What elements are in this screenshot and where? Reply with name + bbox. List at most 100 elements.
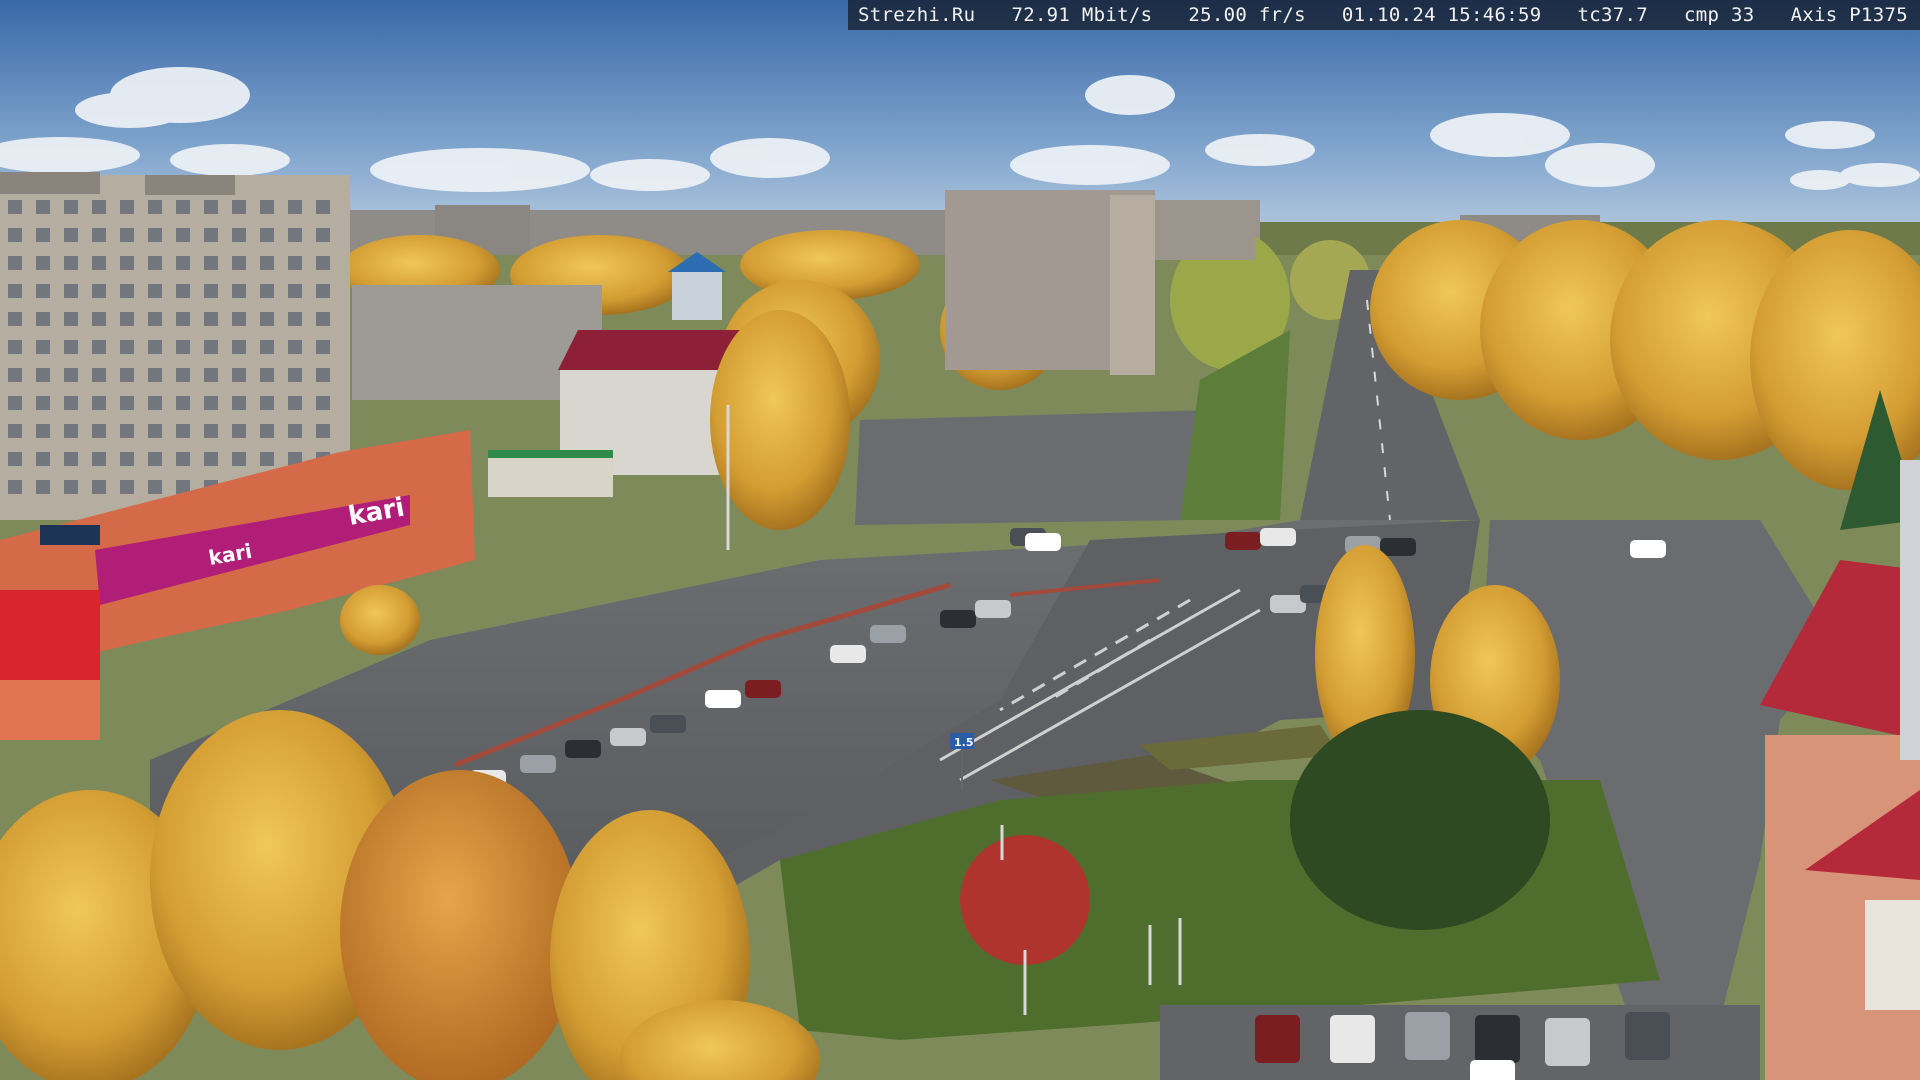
apartment-window [232, 312, 246, 326]
apartment-window [260, 424, 274, 438]
car [1255, 1015, 1300, 1063]
apartment-window [92, 256, 106, 270]
car [745, 680, 781, 698]
apartment-window [92, 480, 106, 494]
apartment-window [176, 396, 190, 410]
apartment-window [204, 396, 218, 410]
apartment-window [64, 368, 78, 382]
apartment-window [176, 368, 190, 382]
apartment-window [176, 200, 190, 214]
apartment-window [260, 200, 274, 214]
apartment-window [36, 284, 50, 298]
apartment-window [120, 340, 134, 354]
camera-info-overlay: Strezhi.Ru 72.91 Mbit/s 25.00 fr/s 01.10… [848, 0, 1920, 30]
car [975, 600, 1011, 618]
apartment-window [8, 228, 22, 242]
apartment-window [316, 368, 330, 382]
apartment-window [316, 396, 330, 410]
car [1545, 1018, 1590, 1066]
apartment-window [64, 228, 78, 242]
green-kiosk [488, 455, 613, 497]
apartment-window [92, 368, 106, 382]
apartment-window [148, 284, 162, 298]
apartment-window [204, 228, 218, 242]
apartment-window [148, 256, 162, 270]
apartment-window [120, 424, 134, 438]
apartment-window [288, 340, 302, 354]
apartment-window [8, 424, 22, 438]
apartment-window [8, 284, 22, 298]
apartment-window [148, 340, 162, 354]
street-sign-text: 1.5 [954, 736, 974, 749]
car [1470, 1060, 1515, 1080]
apartment-window [64, 424, 78, 438]
apartment-window [36, 256, 50, 270]
apartment-window [316, 284, 330, 298]
apartment-window [232, 284, 246, 298]
apartment-window [148, 228, 162, 242]
apartment-window [64, 312, 78, 326]
apartment-window [36, 228, 50, 242]
apartment-window [120, 452, 134, 466]
apartment-window [36, 340, 50, 354]
apartment-window [148, 368, 162, 382]
car [1380, 538, 1416, 556]
apartment-window [232, 200, 246, 214]
apartment-window [204, 200, 218, 214]
apartment-window [92, 340, 106, 354]
apartment-window [120, 200, 134, 214]
apartment-window [120, 368, 134, 382]
apartment-window [204, 256, 218, 270]
car [1625, 1012, 1670, 1060]
apartment-window [260, 312, 274, 326]
apartment-window [260, 228, 274, 242]
apartment-window [316, 200, 330, 214]
apartment-window [8, 368, 22, 382]
apartment-window [64, 284, 78, 298]
apartment-window [36, 424, 50, 438]
apartment-window [260, 396, 274, 410]
apartment-window [148, 424, 162, 438]
apartment-window [8, 396, 22, 410]
apartment-window [64, 480, 78, 494]
apartment-window [176, 424, 190, 438]
apartment-window [8, 480, 22, 494]
car [1405, 1012, 1450, 1060]
apartment-window [176, 452, 190, 466]
apartment-window [288, 312, 302, 326]
apartment-window [36, 200, 50, 214]
apartment-window [204, 284, 218, 298]
apartment-window [176, 312, 190, 326]
apartment-window [64, 200, 78, 214]
car [705, 690, 741, 708]
apartment-window [92, 312, 106, 326]
upper-parking-lot [855, 410, 1215, 525]
apartment-window [288, 228, 302, 242]
apartment-window [36, 368, 50, 382]
apartment-window [120, 396, 134, 410]
apartment-window [232, 228, 246, 242]
car [565, 740, 601, 758]
apartment-window [64, 396, 78, 410]
apartment-window [176, 228, 190, 242]
apartment-window [120, 228, 134, 242]
framerate-readout: 25.00 fr/s [1188, 4, 1306, 26]
apartment-window [176, 284, 190, 298]
apartment-window [176, 340, 190, 354]
apartment-window [92, 284, 106, 298]
apartment-window [260, 340, 274, 354]
car [1260, 528, 1296, 546]
compression-readout: cmp 33 [1684, 4, 1755, 26]
apartment-window [204, 452, 218, 466]
apartment-window [8, 312, 22, 326]
apartment-window [8, 200, 22, 214]
apartment-window [92, 228, 106, 242]
apartment-window [316, 256, 330, 270]
apartment-window [316, 228, 330, 242]
apartment-window [120, 480, 134, 494]
apartment-window [148, 396, 162, 410]
apartment-window [288, 256, 302, 270]
apartment-window [260, 452, 274, 466]
apartment-window [204, 368, 218, 382]
car [870, 625, 906, 643]
